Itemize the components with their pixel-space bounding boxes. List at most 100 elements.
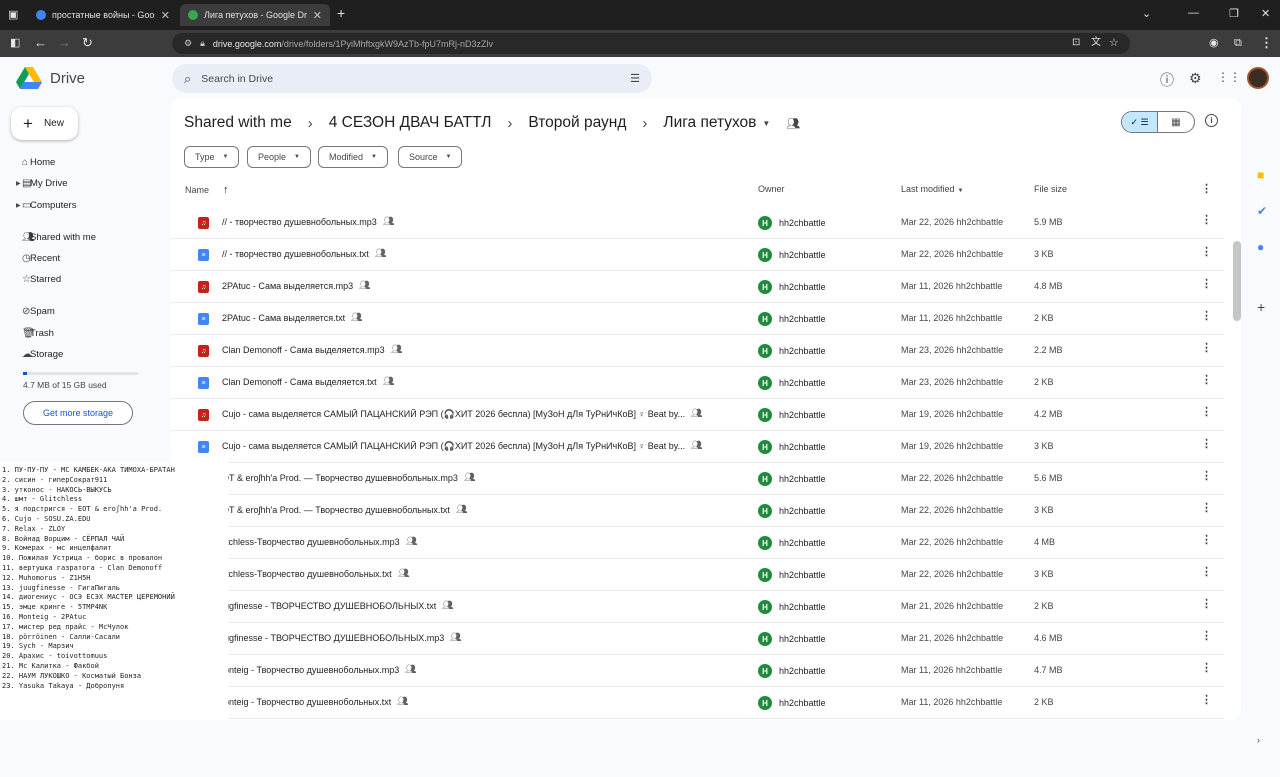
apps-grid-icon[interactable]: ⋮⋮ [1217,70,1241,84]
breadcrumb-item[interactable]: 4 СЕЗОН ДВАЧ БАТТЛ [329,114,492,132]
grid-view-button[interactable]: ▦ [1158,112,1194,132]
translate-icon[interactable]: 文 [1091,35,1101,51]
forward-icon[interactable]: → [58,35,71,51]
file-name[interactable]: lonteig - Творчество душевнобольных.mp3 [222,665,399,675]
address-bar[interactable]: ⚙ 🔒︎ drive.google.com/drive/folders/1Pyi… [172,33,1130,54]
file-name[interactable]: // - творчество душевнобольных.mp3 [222,217,377,227]
more-actions-icon[interactable]: ⋮ [1201,311,1212,322]
install-app-icon[interactable]: ⊡ [1072,35,1080,51]
profile-icon[interactable]: ◉ [1209,35,1219,51]
more-actions-icon[interactable]: ⋮ [1201,599,1212,610]
more-actions-icon[interactable]: ⋮ [1201,631,1212,642]
sort-menu-icon[interactable]: ▼ [958,188,964,194]
file-row[interactable]: ≡lonteig - Творчество душевнобольных.txt… [171,687,1223,719]
more-actions-icon[interactable]: ⋮ [1201,567,1212,578]
list-view-button[interactable]: ✓ ☰ [1122,112,1159,132]
breadcrumb-item[interactable]: Второй раунд [528,114,626,132]
filter-people[interactable]: People ▼ [247,146,311,168]
more-actions-icon[interactable]: ⋮ [1201,215,1212,226]
file-name[interactable]: jugfinesse - ТВОРЧЕСТВО ДУШЕВНОБОЛЬНЫХ.m… [222,633,444,643]
file-row[interactable]: ♫jugfinesse - ТВОРЧЕСТВО ДУШЕВНОБОЛЬНЫХ.… [171,623,1223,655]
filter-source[interactable]: Source ▼ [398,146,463,168]
details-info-icon[interactable]: i [1205,114,1218,127]
scrollbar[interactable] [1233,241,1241,321]
file-name[interactable]: litchless-Творчество душевнобольных.txt [222,569,392,579]
file-row[interactable]: ≡ Clan Demonoff - Сама выделяется.txt 👥︎ Hh… [171,367,1223,399]
search-icon[interactable]: ⌕ [184,71,191,87]
restore-icon[interactable]: ❐ [1229,7,1239,20]
collapse-panel-icon[interactable]: › [1257,735,1260,745]
file-name[interactable]: lonteig - Творчество душевнобольных.txt [222,697,391,707]
close-tab-icon[interactable]: ✕ [313,9,322,22]
column-header-name[interactable]: Name ↑ [185,184,229,196]
file-name[interactable]: ОТ & eroʃhh'a Prod. — Творчество душевно… [222,473,458,483]
tab-search-icon[interactable]: ⌄ [1142,7,1151,20]
file-row[interactable]: ♫ // - творчество душевнобольных.mp3 👥︎ Hhh… [171,207,1223,239]
extensions-icon[interactable]: ⧉ [1234,35,1242,51]
file-name[interactable]: Cujo - сама выделяется САМЫЙ ПАЦАНСКИЙ Р… [222,409,685,420]
account-avatar[interactable] [1247,67,1269,89]
sidebar-toggle-icon[interactable]: ◧ [10,35,20,51]
file-row[interactable]: ♫ 2PAtuc - Сама выделяется.mp3 👥︎ Hhh2chbat… [171,271,1223,303]
more-actions-icon[interactable]: ⋮ [1201,343,1212,354]
get-more-storage-button[interactable]: Get more storage [23,401,133,425]
sidebar-item-spam[interactable]: ⊘ Spam [0,301,160,321]
file-name[interactable]: Clan Demonoff - Сама выделяется.txt [222,377,377,387]
more-actions-icon[interactable]: ⋮ [1201,663,1212,674]
file-row[interactable]: ♫ОТ & eroʃhh'a Prod. — Творчество душевн… [171,463,1223,495]
expand-arrow-icon[interactable]: ▶ [16,180,21,187]
more-actions-icon[interactable]: ⋮ [1201,695,1212,706]
column-header-size[interactable]: File size [1034,184,1067,194]
current-folder[interactable]: Лига петухов [663,114,756,132]
file-row[interactable]: ≡litchless-Творчество душевнобольных.txt… [171,559,1223,591]
reload-icon[interactable]: ↻ [82,35,93,51]
folder-menu-icon[interactable]: ▼ [762,119,770,128]
sidebar-item-computers[interactable]: ▶ ▭ Computers [0,195,160,215]
more-actions-icon[interactable]: ⋮ [1201,535,1212,546]
sidebar-item-starred[interactable]: ☆ Starred [0,269,160,289]
file-row[interactable]: ≡ Cujo - сама выделяется САМЫЙ ПАЦАНСКИЙ … [171,431,1223,463]
filter-modified[interactable]: Modified ▼ [318,146,388,168]
bookmark-star-icon[interactable]: ☆ [1109,35,1119,51]
tasks-icon[interactable]: ✔ [1257,204,1267,218]
new-tab-icon[interactable]: + [337,5,345,21]
sidebar-item-shared[interactable]: 👥︎ Shared with me [0,227,160,247]
more-actions-icon[interactable]: ⋮ [1201,279,1212,290]
file-name[interactable]: // - творчество душевнобольных.txt [222,249,369,259]
new-button[interactable]: + New [11,107,78,140]
file-name[interactable]: Cujo - сама выделяется САМЫЙ ПАЦАНСКИЙ Р… [222,441,685,452]
file-row[interactable]: ≡ 2PAtuc - Сама выделяется.txt 👥︎ Hhh2chbat… [171,303,1223,335]
file-name[interactable]: ОТ & eroʃhh'a Prod. — Творчество душевно… [222,505,450,515]
column-header-modified[interactable]: Last modified ▼ [901,184,963,194]
tab-actions-icon[interactable]: ▣ [8,7,18,23]
close-tab-icon[interactable]: ✕ [161,9,170,22]
settings-icon[interactable]: ⚙ [1189,70,1202,87]
more-actions-icon[interactable]: ⋮ [1201,375,1212,386]
browser-tab-2[interactable]: Лига петухов - Google Drive ✕ [180,4,330,26]
column-header-owner[interactable]: Owner [758,184,785,194]
more-actions-icon[interactable]: ⋮ [1201,503,1212,514]
browser-menu-icon[interactable]: ⋮ [1260,35,1273,51]
file-name[interactable]: Clan Demonoff - Сама выделяется.mp3 [222,345,385,355]
sidebar-item-my-drive[interactable]: ▶ ▤ My Drive [0,173,160,193]
drive-logo[interactable]: Drive [16,67,85,89]
filter-type[interactable]: Type ▼ [184,146,240,168]
expand-arrow-icon[interactable]: ▶ [16,202,21,209]
site-settings-icon[interactable]: ⚙ [184,38,192,49]
more-actions-icon[interactable]: ⋮ [1201,439,1212,450]
file-row[interactable]: ♫ Cujo - сама выделяется САМЫЙ ПАЦАНСКИЙ … [171,399,1223,431]
add-addon-icon[interactable]: + [1257,299,1265,315]
search-options-icon[interactable]: ☰ [630,72,640,85]
file-name[interactable]: litchless-Творчество душевнобольных.mp3 [222,537,400,547]
more-actions-icon[interactable]: ⋮ [1201,407,1212,418]
sidebar-item-recent[interactable]: ◷ Recent [0,248,160,268]
minimize-icon[interactable]: — [1188,7,1199,19]
file-row[interactable]: ♫litchless-Творчество душевнобольных.mp3… [171,527,1223,559]
file-row[interactable]: ≡ОТ & eroʃhh'a Prod. — Творчество душевн… [171,495,1223,527]
file-name[interactable]: 2PAtuc - Сама выделяется.txt [222,313,345,323]
back-icon[interactable]: ← [34,35,47,51]
sidebar-item-home[interactable]: ⌂ Home [0,152,160,172]
more-actions-icon[interactable]: ⋮ [1201,471,1212,482]
file-name[interactable]: 2PAtuc - Сама выделяется.mp3 [222,281,353,291]
close-window-icon[interactable]: ✕ [1261,7,1270,20]
